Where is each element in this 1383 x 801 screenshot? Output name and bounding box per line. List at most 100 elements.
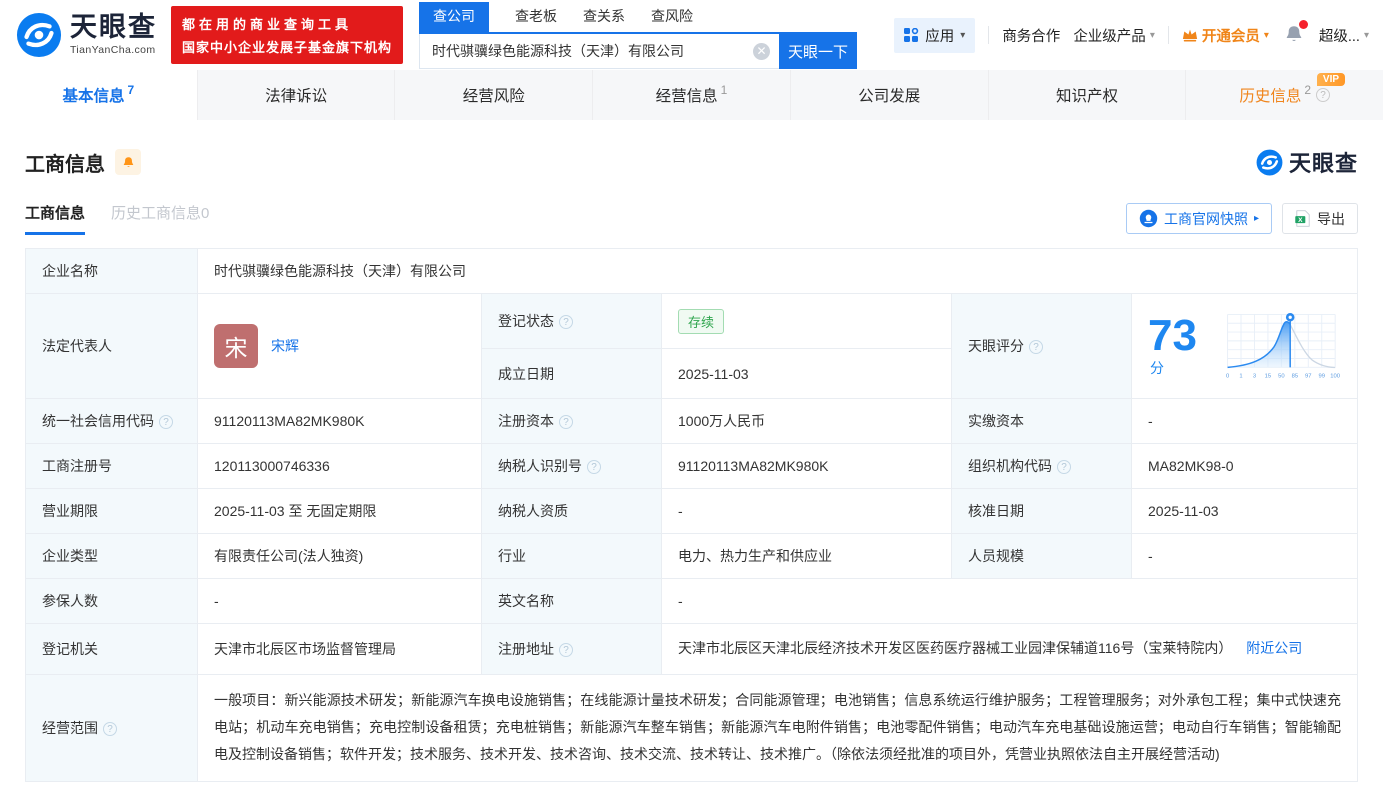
tab-intellectual-property[interactable]: 知识产权 [989, 70, 1187, 120]
nav-open-vip[interactable]: 开通会员 ▾ [1182, 25, 1269, 46]
legal-rep-cell: 宋 宋辉 [198, 294, 482, 399]
svg-text:X: X [1298, 217, 1303, 224]
reg-capital-value: 1000万人民币 [662, 399, 952, 444]
tab-legal-litigation[interactable]: 法律诉讼 [198, 70, 396, 120]
help-icon[interactable]: ? [1057, 460, 1071, 474]
nearby-companies-link[interactable]: 附近公司 [1246, 640, 1302, 656]
score-cell[interactable]: 73分 [1132, 294, 1358, 399]
bell-icon [122, 155, 135, 169]
paid-capital-value: - [1132, 399, 1358, 444]
chevron-down-icon: ▾ [1150, 30, 1155, 41]
clear-icon[interactable]: ✕ [753, 43, 770, 60]
table-row: 经营范围? 一般项目：新兴能源技术研发；新能源汽车换电设施销售；在线能源计量技术… [26, 674, 1358, 781]
help-icon[interactable]: ? [559, 643, 573, 657]
tianyancha-logo[interactable]: 天眼查 TianYanCha.com [16, 12, 157, 58]
help-icon[interactable]: ? [559, 415, 573, 429]
tab-label: 经营风险 [463, 84, 525, 106]
help-icon[interactable]: ? [559, 315, 573, 329]
status-badge: 存续 [678, 309, 724, 334]
notification-bell-icon[interactable] [1284, 23, 1304, 48]
notification-dot [1299, 20, 1308, 29]
subscribe-bell-button[interactable] [115, 149, 141, 175]
search-button[interactable]: 天眼一下 [779, 34, 857, 69]
reg-number-value: 120113000746336 [198, 444, 482, 489]
question-circle-icon[interactable]: ? [1316, 88, 1330, 102]
search-tab-risk[interactable]: 查风险 [651, 2, 693, 32]
top-nav: 应用 ▾ 商务合作 企业级产品 ▾ 开通会员 ▾ 超级... ▾ [894, 18, 1369, 53]
legal-rep-link[interactable]: 宋辉 [271, 336, 299, 356]
export-button[interactable]: X 导出 [1282, 203, 1358, 234]
subtab-business-info[interactable]: 工商信息 [25, 202, 85, 235]
field-label: 实缴资本 [952, 399, 1132, 444]
establish-date-value: 2025-11-03 [662, 349, 952, 399]
nav-super-label: 超级... [1319, 25, 1360, 46]
field-label: 营业期限 [26, 489, 198, 534]
tab-history-info[interactable]: VIP 历史信息 2 ? [1186, 70, 1383, 120]
field-label: 组织机构代码? [952, 444, 1132, 489]
field-label: 登记状态? [482, 294, 662, 349]
help-icon[interactable]: ? [587, 460, 601, 474]
slogan-banner: 都在用的商业查询工具 国家中小企业发展子基金旗下机构 [171, 6, 403, 64]
legal-rep-avatar[interactable]: 宋 [214, 324, 258, 368]
help-icon[interactable]: ? [1029, 340, 1043, 354]
field-label: 参保人数 [26, 579, 198, 624]
field-label: 工商注册号 [26, 444, 198, 489]
table-row: 统一社会信用代码? 91120113MA82MK980K 注册资本? 1000万… [26, 399, 1358, 444]
tab-basic-info[interactable]: 基本信息 7 [0, 70, 198, 120]
svg-text:99: 99 [1319, 374, 1325, 380]
vip-badge: VIP [1317, 73, 1345, 86]
help-icon[interactable]: ? [159, 415, 173, 429]
tianyancha-watermark-icon [1256, 149, 1283, 176]
divider [988, 26, 989, 44]
industry-value: 电力、热力生产和供应业 [662, 534, 952, 579]
reg-authority-value: 天津市北辰区市场监督管理局 [198, 624, 482, 675]
score-value: 73分 [1148, 314, 1208, 378]
slogan-line2: 国家中小企业发展子基金旗下机构 [182, 37, 392, 56]
field-label: 纳税人资质 [482, 489, 662, 534]
field-label: 企业类型 [26, 534, 198, 579]
tab-company-development[interactable]: 公司发展 [791, 70, 989, 120]
address-text: 天津市北辰区天津北辰经济技术开发区医药医疗器械工业园津保辅道116号（宝莱特院内… [678, 640, 1232, 656]
svg-text:3: 3 [1253, 374, 1256, 380]
tab-operating-risk[interactable]: 经营风险 [395, 70, 593, 120]
field-label: 核准日期 [952, 489, 1132, 534]
nav-super-vip[interactable]: 超级... ▾ [1319, 25, 1369, 46]
logo-text: 天眼查 TianYanCha.com [70, 14, 157, 56]
search-input[interactable] [419, 34, 779, 69]
search-tab-company[interactable]: 查公司 [419, 2, 489, 32]
taxpayer-id-value: 91120113MA82MK980K [662, 444, 952, 489]
table-row: 参保人数 - 英文名称 - [26, 579, 1358, 624]
score-distribution-chart: 0 1 3 15 50 85 97 99 100 [1222, 306, 1341, 386]
table-row: 营业期限 2025-11-03 至 无固定期限 纳税人资质 - 核准日期 202… [26, 489, 1358, 534]
apps-menu[interactable]: 应用 ▾ [894, 18, 975, 53]
credit-code-value: 91120113MA82MK980K [198, 399, 482, 444]
field-label: 经营范围? [26, 674, 198, 781]
business-term-value: 2025-11-03 至 无固定期限 [198, 489, 482, 534]
search-tab-relation[interactable]: 查关系 [583, 2, 625, 32]
company-tab-bar: 基本信息 7 法律诉讼 经营风险 经营信息 1 公司发展 知识产权 VIP 历史… [0, 70, 1383, 120]
approval-date-value: 2025-11-03 [1132, 489, 1358, 534]
official-snapshot-button[interactable]: 工商官网快照 ▸ [1126, 203, 1272, 234]
table-row: 法定代表人 宋 宋辉 登记状态? 存续 天眼评分? 73分 [26, 294, 1358, 349]
divider [1168, 26, 1169, 44]
tab-label: 基本信息 [63, 84, 125, 106]
watermark-logo: 天眼查 [1256, 146, 1358, 178]
svg-text:100: 100 [1331, 374, 1341, 380]
business-scope-text: 一般项目：新兴能源技术研发；新能源汽车换电设施销售；在线能源计量技术研发；合同能… [214, 687, 1341, 769]
subtab-history-business-info[interactable]: 历史工商信息0 [111, 202, 209, 235]
crown-icon [1182, 28, 1198, 42]
nav-enterprise[interactable]: 企业级产品 ▾ [1073, 25, 1155, 46]
taxpayer-quality-value: - [662, 489, 952, 534]
svg-text:15: 15 [1265, 374, 1271, 380]
search-tab-boss[interactable]: 查老板 [515, 2, 557, 32]
search-area: 查公司 查老板 查关系 查风险 ✕ 天眼一下 [419, 2, 857, 69]
subtab-row: 工商信息 历史工商信息0 工商官网快照 ▸ X 导出 [25, 202, 1358, 235]
field-label: 纳税人识别号? [482, 444, 662, 489]
nav-business-coop[interactable]: 商务合作 [1002, 25, 1060, 46]
tab-count: 7 [128, 83, 135, 97]
tab-operating-info[interactable]: 经营信息 1 [593, 70, 791, 120]
help-icon[interactable]: ? [103, 722, 117, 736]
logo-brand-text: 天眼查 [70, 14, 157, 41]
company-name-value: 时代骐骥绿色能源科技（天津）有限公司 [198, 249, 1358, 294]
table-row: 企业名称 时代骐骥绿色能源科技（天津）有限公司 [26, 249, 1358, 294]
